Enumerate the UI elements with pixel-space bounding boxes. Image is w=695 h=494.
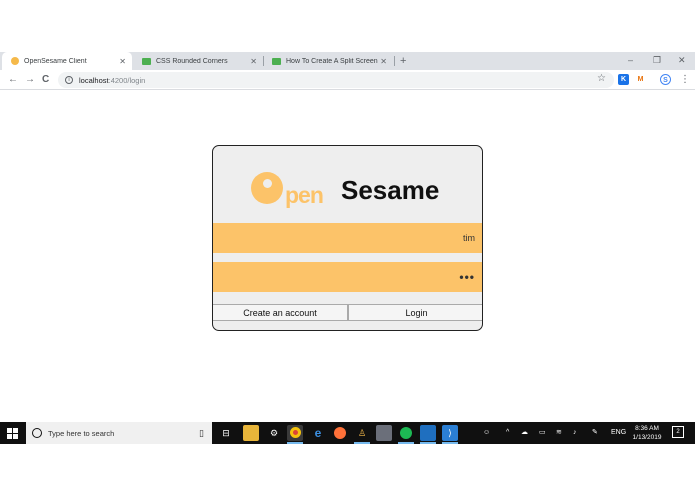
- login-button[interactable]: Login: [348, 304, 482, 321]
- tab-opensesame[interactable]: OpenSesame Client ✕: [2, 52, 132, 70]
- tab-css-rounded-corners[interactable]: CSS Rounded Corners ✕: [133, 52, 263, 70]
- tab-bar: OpenSesame Client ✕ CSS Rounded Corners …: [0, 52, 695, 70]
- windows-taskbar: Type here to search ▯ ⊟ ⚙ e ♙ ⟩ ☺ ^ ☁ ▭ …: [0, 422, 695, 444]
- volume-icon[interactable]: ♪: [573, 422, 577, 444]
- chrome-icon[interactable]: [287, 425, 303, 444]
- url-host: localhost: [79, 75, 109, 85]
- store-icon[interactable]: [420, 425, 436, 444]
- logo-sesame-text: Sesame: [341, 175, 440, 205]
- w3schools-favicon-icon: [272, 57, 281, 65]
- opensesame-logo: pen Sesame: [249, 170, 449, 208]
- omnibox[interactable]: i localhost:4200/login ☆: [58, 72, 614, 88]
- vscode-icon[interactable]: ⟩: [442, 425, 458, 444]
- new-tab-button[interactable]: +: [400, 52, 406, 70]
- action-center-icon[interactable]: 2: [672, 426, 684, 438]
- battery-icon[interactable]: ▭: [539, 422, 546, 444]
- tab-close-icon[interactable]: ✕: [250, 57, 257, 66]
- search-placeholder: Type here to search: [48, 428, 115, 438]
- screen: OpenSesame Client ✕ CSS Rounded Corners …: [0, 0, 695, 494]
- site-info-icon[interactable]: i: [65, 76, 73, 84]
- file-explorer-icon[interactable]: [243, 425, 259, 441]
- extension-k-icon[interactable]: K: [618, 74, 629, 85]
- clock-date: 1/13/2019: [632, 434, 662, 441]
- address-bar-row: ← → C i localhost:4200/login ☆ K M S ⋮: [0, 70, 695, 90]
- tab-split-screen[interactable]: How To Create A Split Screen ✕: [263, 52, 393, 70]
- w3schools-favicon-icon: [142, 57, 151, 65]
- logo-pen-text: pen: [285, 182, 324, 208]
- edge-icon[interactable]: e: [310, 425, 326, 441]
- url-path: :4200/login: [108, 75, 146, 85]
- tab-close-icon[interactable]: ✕: [380, 57, 387, 66]
- tray-chevron-icon[interactable]: ^: [506, 422, 509, 444]
- reload-icon[interactable]: C: [42, 70, 49, 90]
- back-arrow-icon[interactable]: ←: [8, 70, 18, 90]
- app-icon[interactable]: ♙: [354, 425, 370, 444]
- restore-button[interactable]: ❐: [653, 52, 661, 70]
- spotify-icon[interactable]: [398, 425, 414, 444]
- tab-title: How To Create A Split Screen: [286, 57, 378, 65]
- taskbar-search[interactable]: Type here to search ▯: [26, 422, 212, 444]
- start-button[interactable]: [0, 422, 24, 444]
- settings-icon[interactable]: ⚙: [266, 425, 282, 441]
- forward-arrow-icon[interactable]: →: [25, 70, 35, 90]
- top-letterbox: [0, 0, 695, 52]
- url-text[interactable]: localhost:4200/login: [79, 76, 145, 85]
- tab-close-icon[interactable]: ✕: [119, 57, 126, 66]
- opensesame-favicon-icon: [11, 57, 19, 65]
- login-card: pen Sesame ••• Create an account Login: [212, 145, 483, 331]
- window-close-button[interactable]: ✕: [678, 52, 686, 70]
- cortana-icon: [32, 428, 42, 438]
- mail-icon[interactable]: [376, 425, 392, 441]
- tab-title: OpenSesame Client: [24, 57, 87, 65]
- extension-s-icon[interactable]: S: [660, 74, 671, 85]
- username-input[interactable]: [213, 223, 482, 253]
- tab-separator: [394, 56, 395, 66]
- people-icon[interactable]: ☺: [483, 422, 490, 444]
- system-clock[interactable]: 8:36 AM 1/13/2019: [628, 424, 666, 442]
- tab-title: CSS Rounded Corners: [156, 57, 228, 65]
- clock-time: 8:36 AM: [635, 425, 659, 432]
- microphone-icon[interactable]: ▯: [199, 428, 204, 439]
- extension-metamask-icon[interactable]: M: [635, 74, 646, 85]
- language-indicator[interactable]: ENG: [611, 422, 626, 444]
- minimize-button[interactable]: –: [628, 52, 633, 70]
- pen-icon[interactable]: ✎: [592, 422, 598, 444]
- task-view-icon[interactable]: ⊟: [218, 425, 234, 441]
- onedrive-icon[interactable]: ☁: [521, 422, 528, 444]
- chrome-menu-icon[interactable]: ⋮: [680, 70, 690, 90]
- password-input[interactable]: •••: [213, 262, 482, 292]
- create-account-button[interactable]: Create an account: [213, 304, 348, 321]
- bottom-letterbox: [0, 444, 695, 494]
- windows-logo-icon: [6, 427, 18, 439]
- bookmark-star-icon[interactable]: ☆: [597, 73, 606, 84]
- firefox-icon[interactable]: [332, 425, 348, 441]
- network-icon[interactable]: ≋: [556, 422, 562, 444]
- logo-o-key-icon: [251, 172, 283, 204]
